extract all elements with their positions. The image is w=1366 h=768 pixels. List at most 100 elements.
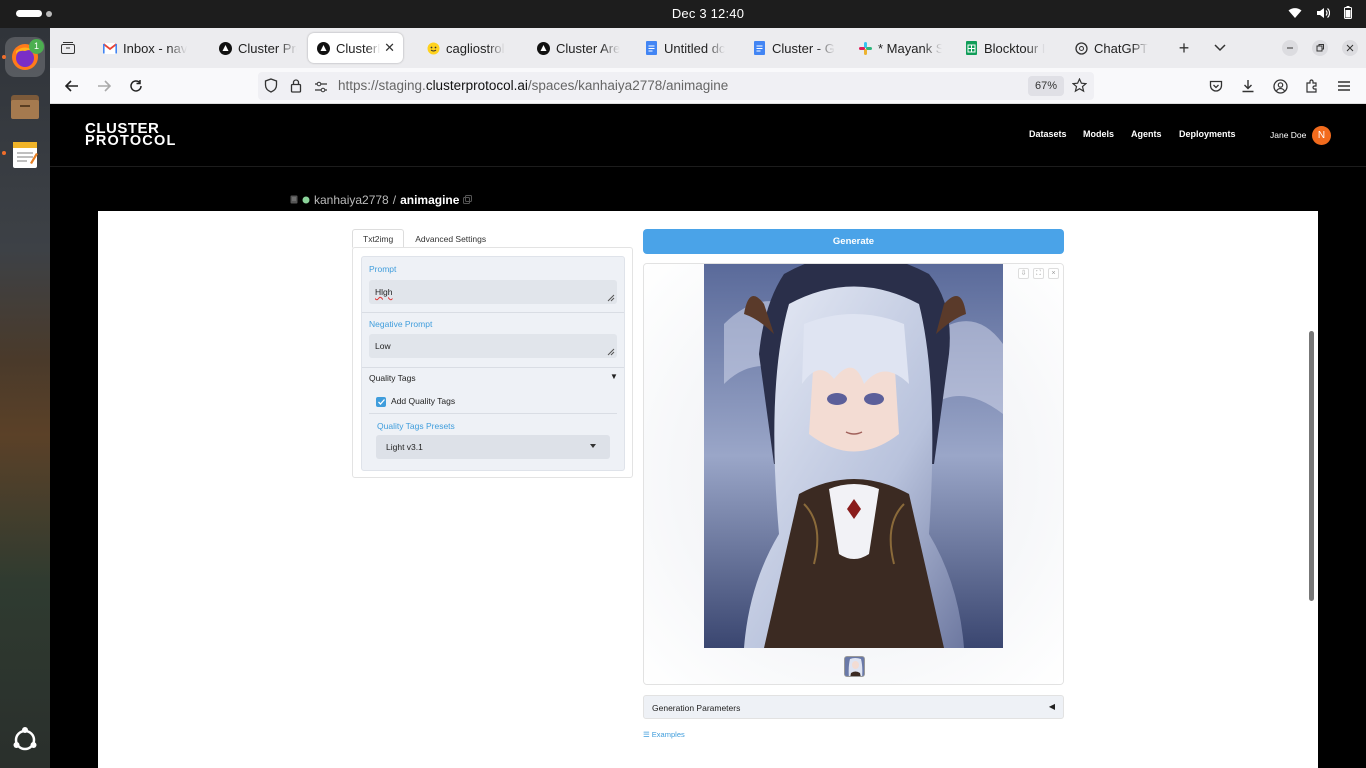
nav-datasets[interactable]: Datasets <box>1029 129 1067 139</box>
cluster-icon <box>536 41 550 55</box>
prompt-input[interactable]: Hlgh <box>369 280 617 304</box>
tab-title: Untitled dc <box>664 40 726 56</box>
nav-models[interactable]: Models <box>1083 129 1114 139</box>
minimize-button[interactable] <box>1280 38 1300 58</box>
output-gallery: ⇩ ⛶ × <box>643 263 1064 685</box>
add-quality-tags-checkbox[interactable] <box>376 397 386 407</box>
tracking-shield-icon[interactable] <box>264 78 278 98</box>
examples-link[interactable]: ☰ Examples <box>643 730 685 739</box>
desktop: Dec 3 12:40 1 Inbox - nav Cluster Pro Cl… <box>0 0 1366 768</box>
show-apps-icon[interactable] <box>5 720 45 760</box>
nav-deployments[interactable]: Deployments <box>1179 129 1236 139</box>
menu-icon[interactable] <box>1334 76 1354 96</box>
volume-icon[interactable] <box>1316 7 1330 19</box>
navigation-toolbar: https://staging.clusterprotocol.ai/space… <box>50 68 1366 104</box>
browser-tab[interactable]: Cluster Are <box>528 33 628 63</box>
clock[interactable]: Dec 3 12:40 <box>0 6 1366 21</box>
url-text[interactable]: https://staging.clusterprotocol.ai/space… <box>338 78 728 93</box>
copy-icon[interactable] <box>463 193 473 207</box>
close-window-button[interactable] <box>1340 38 1360 58</box>
forward-icon[interactable] <box>94 76 114 96</box>
close-tab-icon[interactable]: ✕ <box>384 40 395 56</box>
gmail-icon <box>103 41 117 55</box>
browser-tab[interactable]: Blocktour I <box>956 33 1061 63</box>
cluster-protocol-logo[interactable]: CLUSTER PROTOCOL <box>85 121 177 148</box>
browser-tab[interactable]: Cluster - G <box>744 33 844 63</box>
downloads-icon[interactable] <box>1238 76 1258 96</box>
negative-prompt-input[interactable]: Low <box>369 334 617 358</box>
caret-left-icon[interactable]: ◀ <box>1049 702 1055 711</box>
url-bar[interactable]: https://staging.clusterprotocol.ai/space… <box>258 72 1094 100</box>
chatgpt-icon <box>1074 41 1088 55</box>
bookmark-star-icon[interactable] <box>1071 77 1088 98</box>
close-icon[interactable]: × <box>1048 268 1059 279</box>
gradio-app: Txt2img Advanced Settings Prompt Hlgh Ne… <box>98 211 1318 768</box>
generated-image[interactable] <box>704 264 1003 648</box>
browser-tab[interactable]: ClusterP✕ <box>308 33 403 63</box>
account-icon[interactable] <box>1270 76 1290 96</box>
browser-tab[interactable]: Inbox - nav <box>95 33 205 63</box>
download-icon[interactable]: ⇩ <box>1018 268 1029 279</box>
wifi-icon[interactable] <box>1288 7 1302 19</box>
generation-parameters-accordion[interactable]: Generation Parameters ◀ <box>643 695 1064 719</box>
caret-down-icon[interactable]: ▼ <box>610 372 618 381</box>
extensions-icon[interactable] <box>1302 76 1322 96</box>
breadcrumb: kanhaiya2778 / animagine <box>290 193 473 207</box>
browser-tab[interactable]: cagliostrol <box>418 33 523 63</box>
add-quality-tags-label[interactable]: Add Quality Tags <box>391 396 455 406</box>
lock-icon[interactable] <box>290 78 302 98</box>
running-indicator <box>2 151 6 155</box>
browser-tab[interactable]: ChatGPT <box>1066 33 1161 63</box>
dropdown-arrow-icon <box>590 444 596 448</box>
permissions-icon[interactable] <box>314 80 328 98</box>
nav-agents[interactable]: Agents <box>1131 129 1162 139</box>
resize-grip-icon[interactable] <box>607 294 615 302</box>
tab-title: cagliostrol <box>446 40 505 56</box>
breadcrumb-user[interactable]: kanhaiya2778 <box>314 193 389 207</box>
files-icon[interactable] <box>5 86 45 126</box>
negative-prompt-value[interactable]: Low <box>375 341 391 351</box>
settings-panel: Prompt Hlgh Negative Prompt Low Quality <box>352 247 633 478</box>
text-editor-icon[interactable] <box>5 134 45 174</box>
tab-title: * Mayank S <box>878 40 942 56</box>
prompt-value[interactable]: Hlgh <box>375 287 392 297</box>
quality-tags-presets-dropdown[interactable]: Light v3.1 <box>376 435 610 459</box>
web-page: CLUSTER PROTOCOL Datasets Models Agents … <box>50 105 1366 768</box>
tab-bar: Inbox - nav Cluster Pro ClusterP✕ cagliostr… <box>50 28 1366 68</box>
quality-tags-accordion[interactable]: Quality Tags <box>369 373 416 383</box>
breadcrumb-repo[interactable]: animagine <box>400 193 459 207</box>
user-name[interactable]: Jane Doe <box>1270 130 1306 140</box>
browser-tab[interactable]: * Mayank S <box>850 33 950 63</box>
list-all-tabs-icon[interactable] <box>1210 38 1230 58</box>
browser-tab[interactable]: Cluster Pro <box>210 33 305 63</box>
generate-button[interactable]: Generate <box>643 229 1064 254</box>
status-dot-icon <box>302 193 310 207</box>
tab-title: Blocktour I <box>984 40 1046 56</box>
new-tab-button[interactable]: + <box>1174 38 1194 58</box>
resize-grip-icon[interactable] <box>607 348 615 356</box>
tab-overview-icon[interactable] <box>58 38 78 58</box>
browser-tab[interactable]: Untitled dc <box>636 33 736 63</box>
google-docs-icon <box>644 41 658 55</box>
tab-title: Cluster Are <box>556 40 620 56</box>
system-tray[interactable] <box>1288 6 1352 19</box>
thumbnail[interactable] <box>844 656 865 677</box>
reload-icon[interactable] <box>126 76 146 96</box>
pocket-icon[interactable] <box>1206 76 1226 96</box>
battery-icon[interactable] <box>1344 6 1352 19</box>
back-icon[interactable] <box>62 76 82 96</box>
avatar[interactable]: N <box>1312 126 1331 145</box>
tab-advanced-settings[interactable]: Advanced Settings <box>404 229 497 248</box>
zoom-indicator[interactable]: 67% <box>1028 76 1064 96</box>
hugging-face-icon <box>426 41 440 55</box>
tab-title: Cluster - G <box>772 40 835 56</box>
restore-button[interactable] <box>1310 38 1330 58</box>
preset-value: Light v3.1 <box>386 442 423 452</box>
app-tabs: Txt2img Advanced Settings <box>352 229 497 248</box>
google-sheets-icon <box>964 41 978 55</box>
tab-txt2img[interactable]: Txt2img <box>352 229 405 248</box>
tab-title: ClusterP <box>336 40 380 56</box>
page-scrollbar[interactable] <box>1309 331 1314 601</box>
system-top-bar: Dec 3 12:40 <box>0 0 1366 28</box>
fullscreen-icon[interactable]: ⛶ <box>1033 268 1044 279</box>
